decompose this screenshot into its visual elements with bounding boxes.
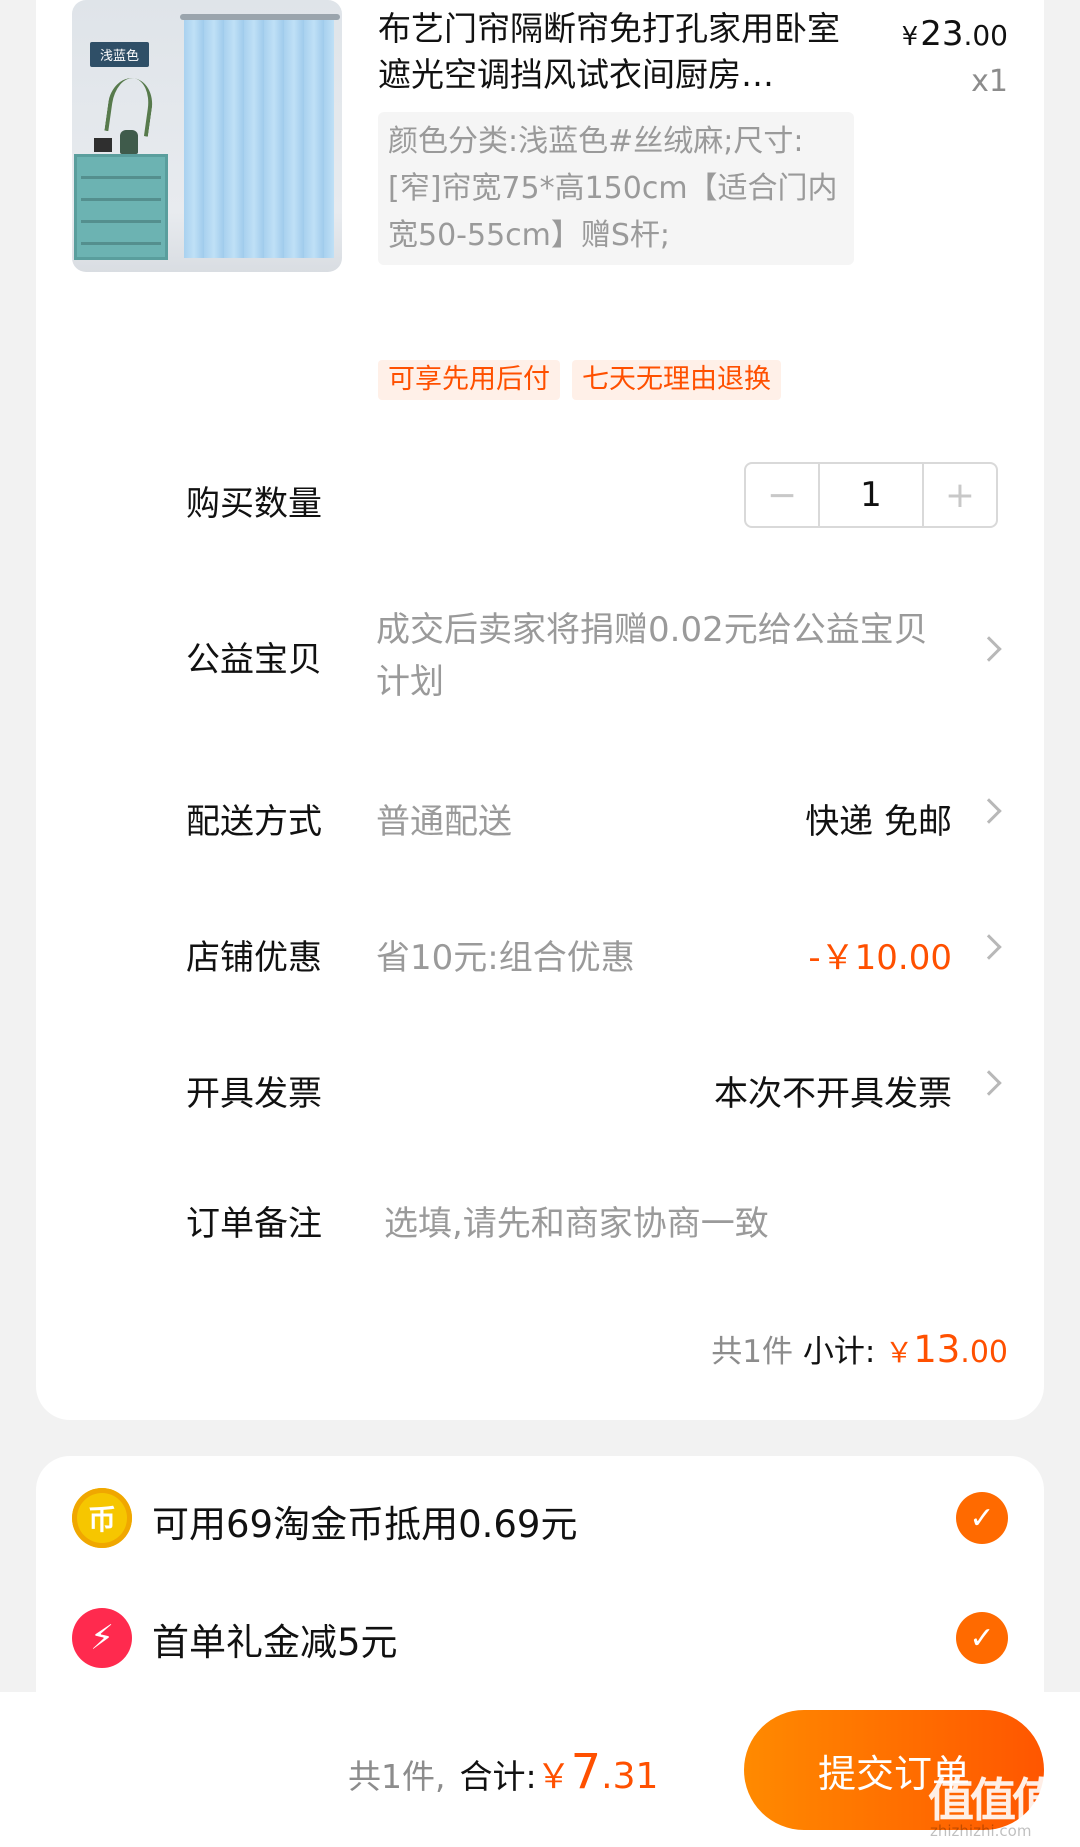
product-price: ¥23.00	[902, 14, 1008, 54]
order-note-label: 订单备注	[186, 1204, 322, 1244]
taojinbi-option-text[interactable]: 可用69淘金币抵用0.69元	[152, 1494, 577, 1548]
product-sku[interactable]: 颜色分类:浅蓝色#丝绒麻;尺寸:[窄]帘宽75*高150cm【适合门内宽50-5…	[378, 112, 854, 265]
total-count: 共1件,	[348, 1757, 446, 1796]
product-title[interactable]: 布艺门帘隔断帘免打孔家用卧室遮光空调挡风试衣间厨房…	[378, 6, 848, 98]
charity-value[interactable]: 成交后卖家将捐赠0.02元给公益宝贝计划	[376, 604, 936, 708]
taojinbi-coin-icon: 币	[72, 1488, 132, 1548]
dresser-illustration	[74, 154, 168, 260]
service-badges: 可享先用后付 七天无理由退换	[378, 360, 781, 400]
price-dec: .00	[963, 19, 1008, 52]
invoice-value[interactable]: 本次不开具发票	[714, 1066, 952, 1115]
subtotal: 共1件 小计: ￥13.00	[711, 1326, 1008, 1371]
subtotal-label: 小计:	[802, 1334, 876, 1370]
subtotal-dec: .00	[960, 1335, 1008, 1370]
watermark-url: zhizhizhi.com	[930, 1822, 1032, 1840]
total-int: 7	[570, 1744, 602, 1800]
quantity-label: 购买数量	[186, 484, 322, 524]
first-order-option-text[interactable]: 首单礼金减5元	[152, 1612, 398, 1666]
shipping-label: 配送方式	[186, 802, 322, 842]
order-total: 共1件, 合计:￥7.31	[348, 1744, 658, 1800]
shipping-method[interactable]: 普通配送	[376, 794, 512, 843]
badge-seven-day-return: 七天无理由退换	[572, 360, 781, 400]
price-int: 23	[920, 14, 964, 54]
watermark-logo: 值值值	[928, 1773, 1058, 1827]
image-color-tag: 浅蓝色	[90, 42, 150, 67]
quantity-minus-button[interactable]: −	[746, 464, 820, 526]
photo-frame	[94, 138, 112, 152]
charity-label: 公益宝贝	[186, 640, 322, 680]
order-note-input[interactable]: 选填,请先和商家协商一致	[384, 1196, 769, 1245]
total-currency: ￥	[536, 1757, 571, 1797]
quantity-value[interactable]: 1	[820, 464, 922, 526]
store-discount-label: 店铺优惠	[186, 938, 322, 978]
quantity-stepper: − 1 +	[744, 462, 998, 528]
store-discount-desc[interactable]: 省10元:组合优惠	[376, 930, 635, 979]
taojinbi-check-icon[interactable]: ✓	[956, 1492, 1008, 1544]
invoice-label: 开具发票	[186, 1074, 322, 1114]
shipping-fee[interactable]: 快递 免邮	[805, 794, 952, 843]
badge-pay-later: 可享先用后付	[378, 360, 560, 400]
subtotal-amount: ￥13.00	[885, 1328, 1008, 1371]
product-image[interactable]: 浅蓝色	[72, 0, 342, 272]
total-label: 合计:	[459, 1757, 537, 1796]
total-amount: ￥7.31	[537, 1744, 659, 1800]
subtotal-currency: ￥	[885, 1336, 914, 1369]
store-discount-amount[interactable]: -￥10.00	[808, 930, 952, 979]
plant-illustration	[104, 75, 156, 137]
product-quantity: x1	[971, 64, 1008, 99]
first-order-check-icon[interactable]: ✓	[956, 1612, 1008, 1664]
quantity-plus-button[interactable]: +	[922, 464, 996, 526]
total-dec: .31	[601, 1756, 659, 1797]
lightning-icon: ⚡	[72, 1608, 132, 1668]
vase-illustration	[120, 130, 138, 154]
curtain-illustration	[184, 20, 334, 258]
subtotal-count: 共1件	[711, 1334, 793, 1370]
subtotal-int: 13	[913, 1328, 961, 1371]
price-currency: ¥	[901, 22, 919, 52]
